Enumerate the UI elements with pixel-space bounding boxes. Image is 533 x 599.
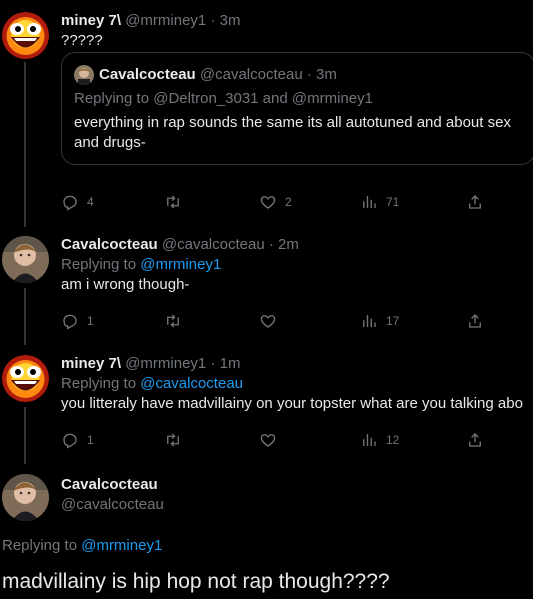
author-name[interactable]: miney 7\ [61, 12, 121, 29]
retweet-icon [167, 433, 179, 447]
replying-to-handle[interactable]: @mrminey1 [81, 537, 162, 554]
tweet-text: you litteraly have madvillainy on your t… [61, 395, 523, 412]
replying-to-line: Replying to @Deltron_3031 and @mrminey1 [74, 89, 373, 109]
reply-button[interactable]: 1 [61, 311, 94, 331]
quote-tweet[interactable]: Cavalcocteau @cavalcocteau · 3m Replying… [61, 52, 533, 165]
retweet-button[interactable] [164, 311, 182, 331]
tweet-text: ????? [61, 32, 103, 49]
replying-to-handle[interactable]: @cavalcocteau [140, 375, 243, 392]
author-name[interactable]: miney 7\ [61, 355, 121, 372]
tweet[interactable]: miney 7\ @mrminey1 · 3m ????? Cavalcocte… [0, 0, 533, 220]
tweet[interactable]: Cavalcocteau @cavalcocteau · 2m Replying… [0, 225, 533, 343]
separator-dot: · [206, 12, 220, 29]
retweet-icon [167, 314, 179, 328]
replying-to-label: Replying to [74, 90, 154, 107]
replying-to-line: Replying to @cavalcocteau [61, 374, 533, 394]
author-handle[interactable]: @cavalcocteau [61, 495, 533, 515]
reply-count: 1 [87, 433, 94, 447]
replying-to-handle[interactable]: @mrminey1 [140, 256, 221, 273]
focused-tweet: Cavalcocteau @cavalcocteau Replying to @… [0, 463, 533, 599]
views-icon [363, 434, 376, 446]
replying-to-label: Replying to [61, 375, 141, 392]
views-count: 71 [386, 195, 400, 209]
avatar[interactable] [2, 355, 49, 402]
timestamp[interactable]: 3m [220, 12, 241, 29]
reply-button[interactable]: 1 [61, 430, 94, 450]
author-name[interactable]: Cavalcocteau [61, 236, 158, 253]
like-button[interactable]: 2 [259, 192, 292, 212]
separator-dot: · [264, 236, 279, 253]
author-name[interactable]: Cavalcocteau [61, 476, 158, 493]
action-bar: 1 12 [61, 430, 501, 450]
reply-icon [63, 433, 77, 449]
author-handle[interactable]: @cavalcocteau [162, 236, 265, 253]
timestamp[interactable]: 2m [278, 236, 299, 253]
like-button[interactable] [259, 311, 277, 331]
share-button[interactable] [466, 430, 484, 450]
views-icon [363, 196, 376, 208]
views-count: 17 [386, 314, 400, 328]
replying-to-handle: @mrminey1 [291, 90, 373, 107]
share-icon [469, 433, 481, 447]
share-icon [469, 195, 481, 209]
replying-to-label: Replying to [61, 256, 141, 273]
reply-button[interactable]: 4 [61, 192, 94, 212]
replying-to-line: Replying to @mrminey1 [61, 255, 533, 275]
tweet-text: am i wrong though- [61, 276, 190, 293]
quoted-author-handle: @cavalcocteau [199, 66, 303, 83]
views-button[interactable]: 71 [360, 192, 399, 212]
reply-count: 1 [87, 314, 94, 328]
action-bar: 4 2 71 [61, 192, 501, 212]
replying-to-and: and [258, 90, 292, 107]
like-icon [260, 196, 276, 209]
views-icon [363, 315, 376, 327]
tweet-text: madvillainy is hip hop not rap though???… [2, 570, 390, 593]
like-icon [260, 315, 276, 328]
share-icon [469, 314, 481, 328]
views-button[interactable]: 12 [360, 430, 399, 450]
views-count: 12 [386, 433, 400, 447]
share-button[interactable] [466, 192, 484, 212]
reply-icon [63, 314, 77, 330]
retweet-icon [167, 195, 179, 209]
tweet[interactable]: miney 7\ @mrminey1 · 1m Replying to @cav… [0, 344, 533, 462]
like-count: 2 [285, 195, 292, 209]
views-button[interactable]: 17 [360, 311, 399, 331]
quoted-text: everything in rap sounds the same its al… [74, 113, 511, 153]
timestamp[interactable]: 1m [220, 355, 241, 372]
quoted-text-line: and drugs- [74, 134, 146, 151]
retweet-button[interactable] [164, 192, 182, 212]
reply-icon [63, 195, 77, 211]
author-handle[interactable]: @mrminey1 [125, 355, 206, 372]
avatar[interactable] [2, 236, 49, 283]
separator-dot: · [302, 66, 317, 83]
like-icon [260, 434, 276, 447]
quoted-text-line: everything in rap sounds the same its al… [74, 114, 511, 131]
author-handle[interactable]: @mrminey1 [125, 12, 206, 29]
avatar[interactable] [2, 12, 49, 59]
retweet-button[interactable] [164, 430, 182, 450]
avatar[interactable] [2, 474, 49, 521]
separator-dot: · [206, 355, 220, 372]
replying-to-label: Replying to [2, 537, 82, 554]
replying-to-handle: @Deltron_3031 [153, 90, 259, 107]
avatar [74, 65, 94, 85]
quoted-author-name: Cavalcocteau [99, 66, 196, 83]
like-button[interactable] [259, 430, 277, 450]
share-button[interactable] [466, 311, 484, 331]
quoted-timestamp: 3m [316, 66, 337, 83]
reply-count: 4 [87, 195, 94, 209]
action-bar: 1 17 [61, 311, 501, 331]
replying-to-line: Replying to @mrminey1 [2, 536, 162, 556]
